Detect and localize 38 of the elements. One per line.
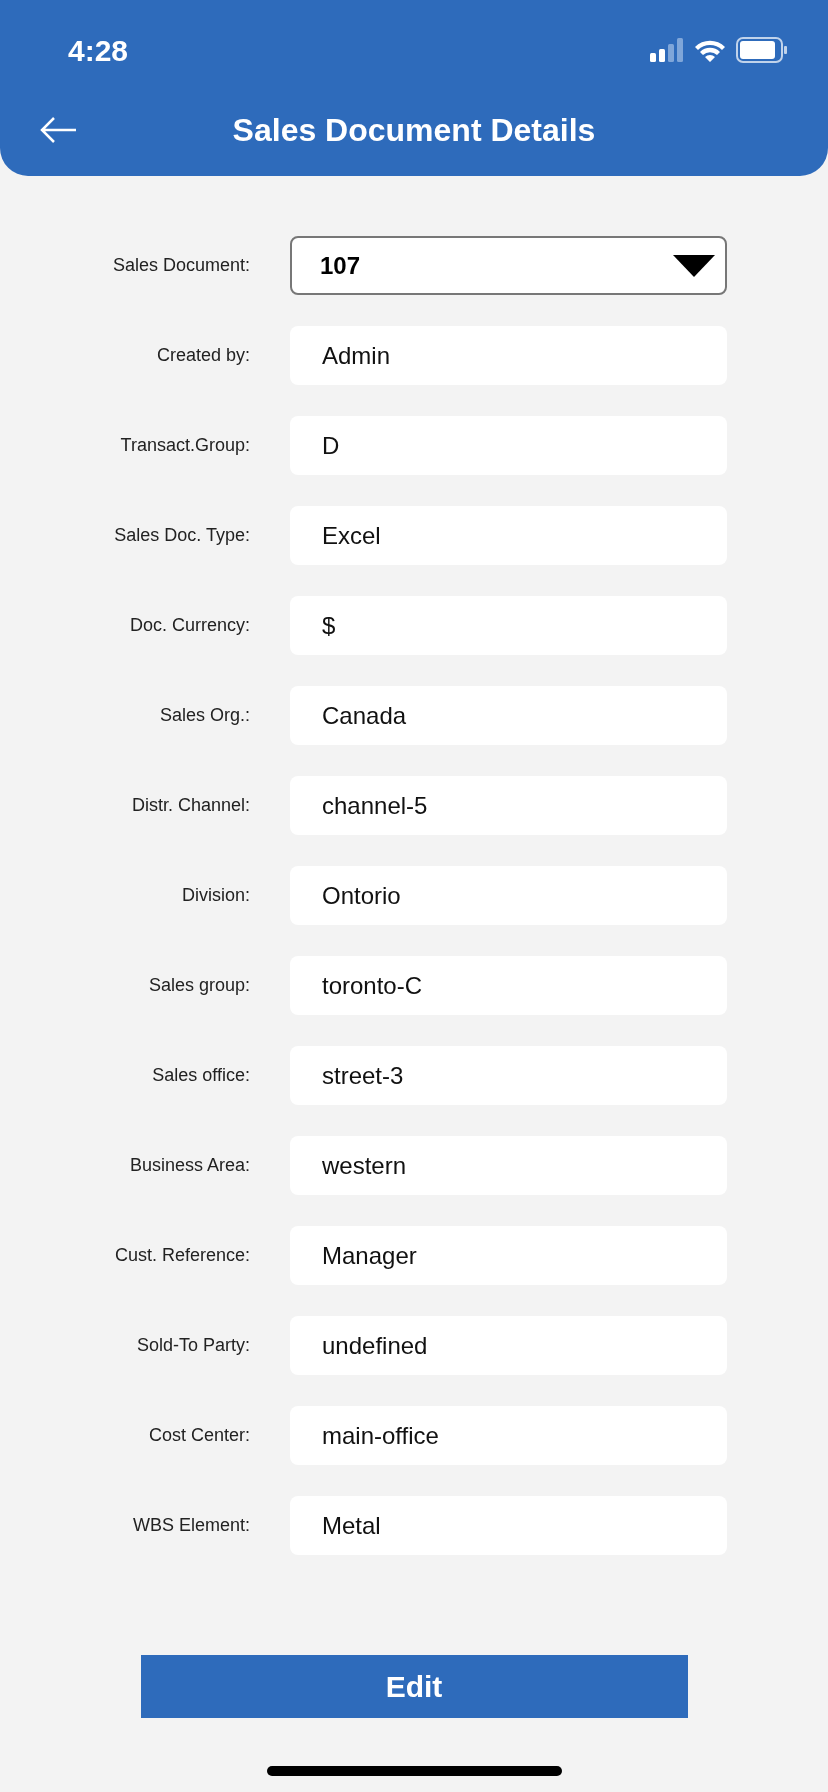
- value-field[interactable]: undefined: [290, 1316, 727, 1375]
- edit-button[interactable]: Edit: [140, 1655, 688, 1718]
- field-label: Sold-To Party:: [135, 1334, 250, 1357]
- field-label: Transact.Group:: [119, 434, 250, 457]
- field-label: WBS Element:: [131, 1514, 250, 1537]
- value-field[interactable]: Canada: [290, 686, 727, 745]
- value-field[interactable]: Admin: [290, 326, 727, 385]
- wifi-icon: [694, 38, 726, 62]
- signal-icon: [650, 38, 684, 62]
- field-label: Created by:: [155, 344, 250, 367]
- field-label: Cust. Reference:: [113, 1244, 250, 1267]
- field-label: Cost Center:: [147, 1424, 250, 1447]
- value-field[interactable]: toronto-C: [290, 956, 727, 1015]
- value-field[interactable]: western: [290, 1136, 727, 1195]
- value-field[interactable]: channel-5: [290, 776, 727, 835]
- status-time: 4:28: [68, 32, 129, 69]
- value-field[interactable]: Manager: [290, 1226, 727, 1285]
- field-label: Sales office:: [151, 1064, 250, 1087]
- field-label: Distr. Channel:: [130, 794, 250, 817]
- back-arrow-icon[interactable]: [40, 116, 78, 144]
- page-title: Sales Document Details: [232, 111, 596, 150]
- dropdown-field[interactable]: 107: [290, 236, 727, 295]
- field-label: Business Area:: [128, 1154, 250, 1177]
- field-label: Sales Org.:: [158, 704, 250, 727]
- value-field[interactable]: Ontorio: [290, 866, 727, 925]
- value-field[interactable]: Excel: [290, 506, 727, 565]
- dropdown-caret-icon: [673, 254, 715, 277]
- field-label: Sales Doc. Type:: [113, 524, 250, 547]
- field-label: Doc. Currency:: [128, 614, 250, 637]
- battery-icon: [736, 37, 788, 63]
- value-field[interactable]: $: [290, 596, 727, 655]
- value-field[interactable]: D: [290, 416, 727, 475]
- value-field[interactable]: Metal: [290, 1496, 727, 1555]
- field-label: Division:: [180, 884, 250, 907]
- value-field[interactable]: street-3: [290, 1046, 727, 1105]
- field-label: Sales Document:: [111, 254, 250, 277]
- value-field[interactable]: main-office: [290, 1406, 727, 1465]
- field-label: Sales group:: [147, 974, 250, 997]
